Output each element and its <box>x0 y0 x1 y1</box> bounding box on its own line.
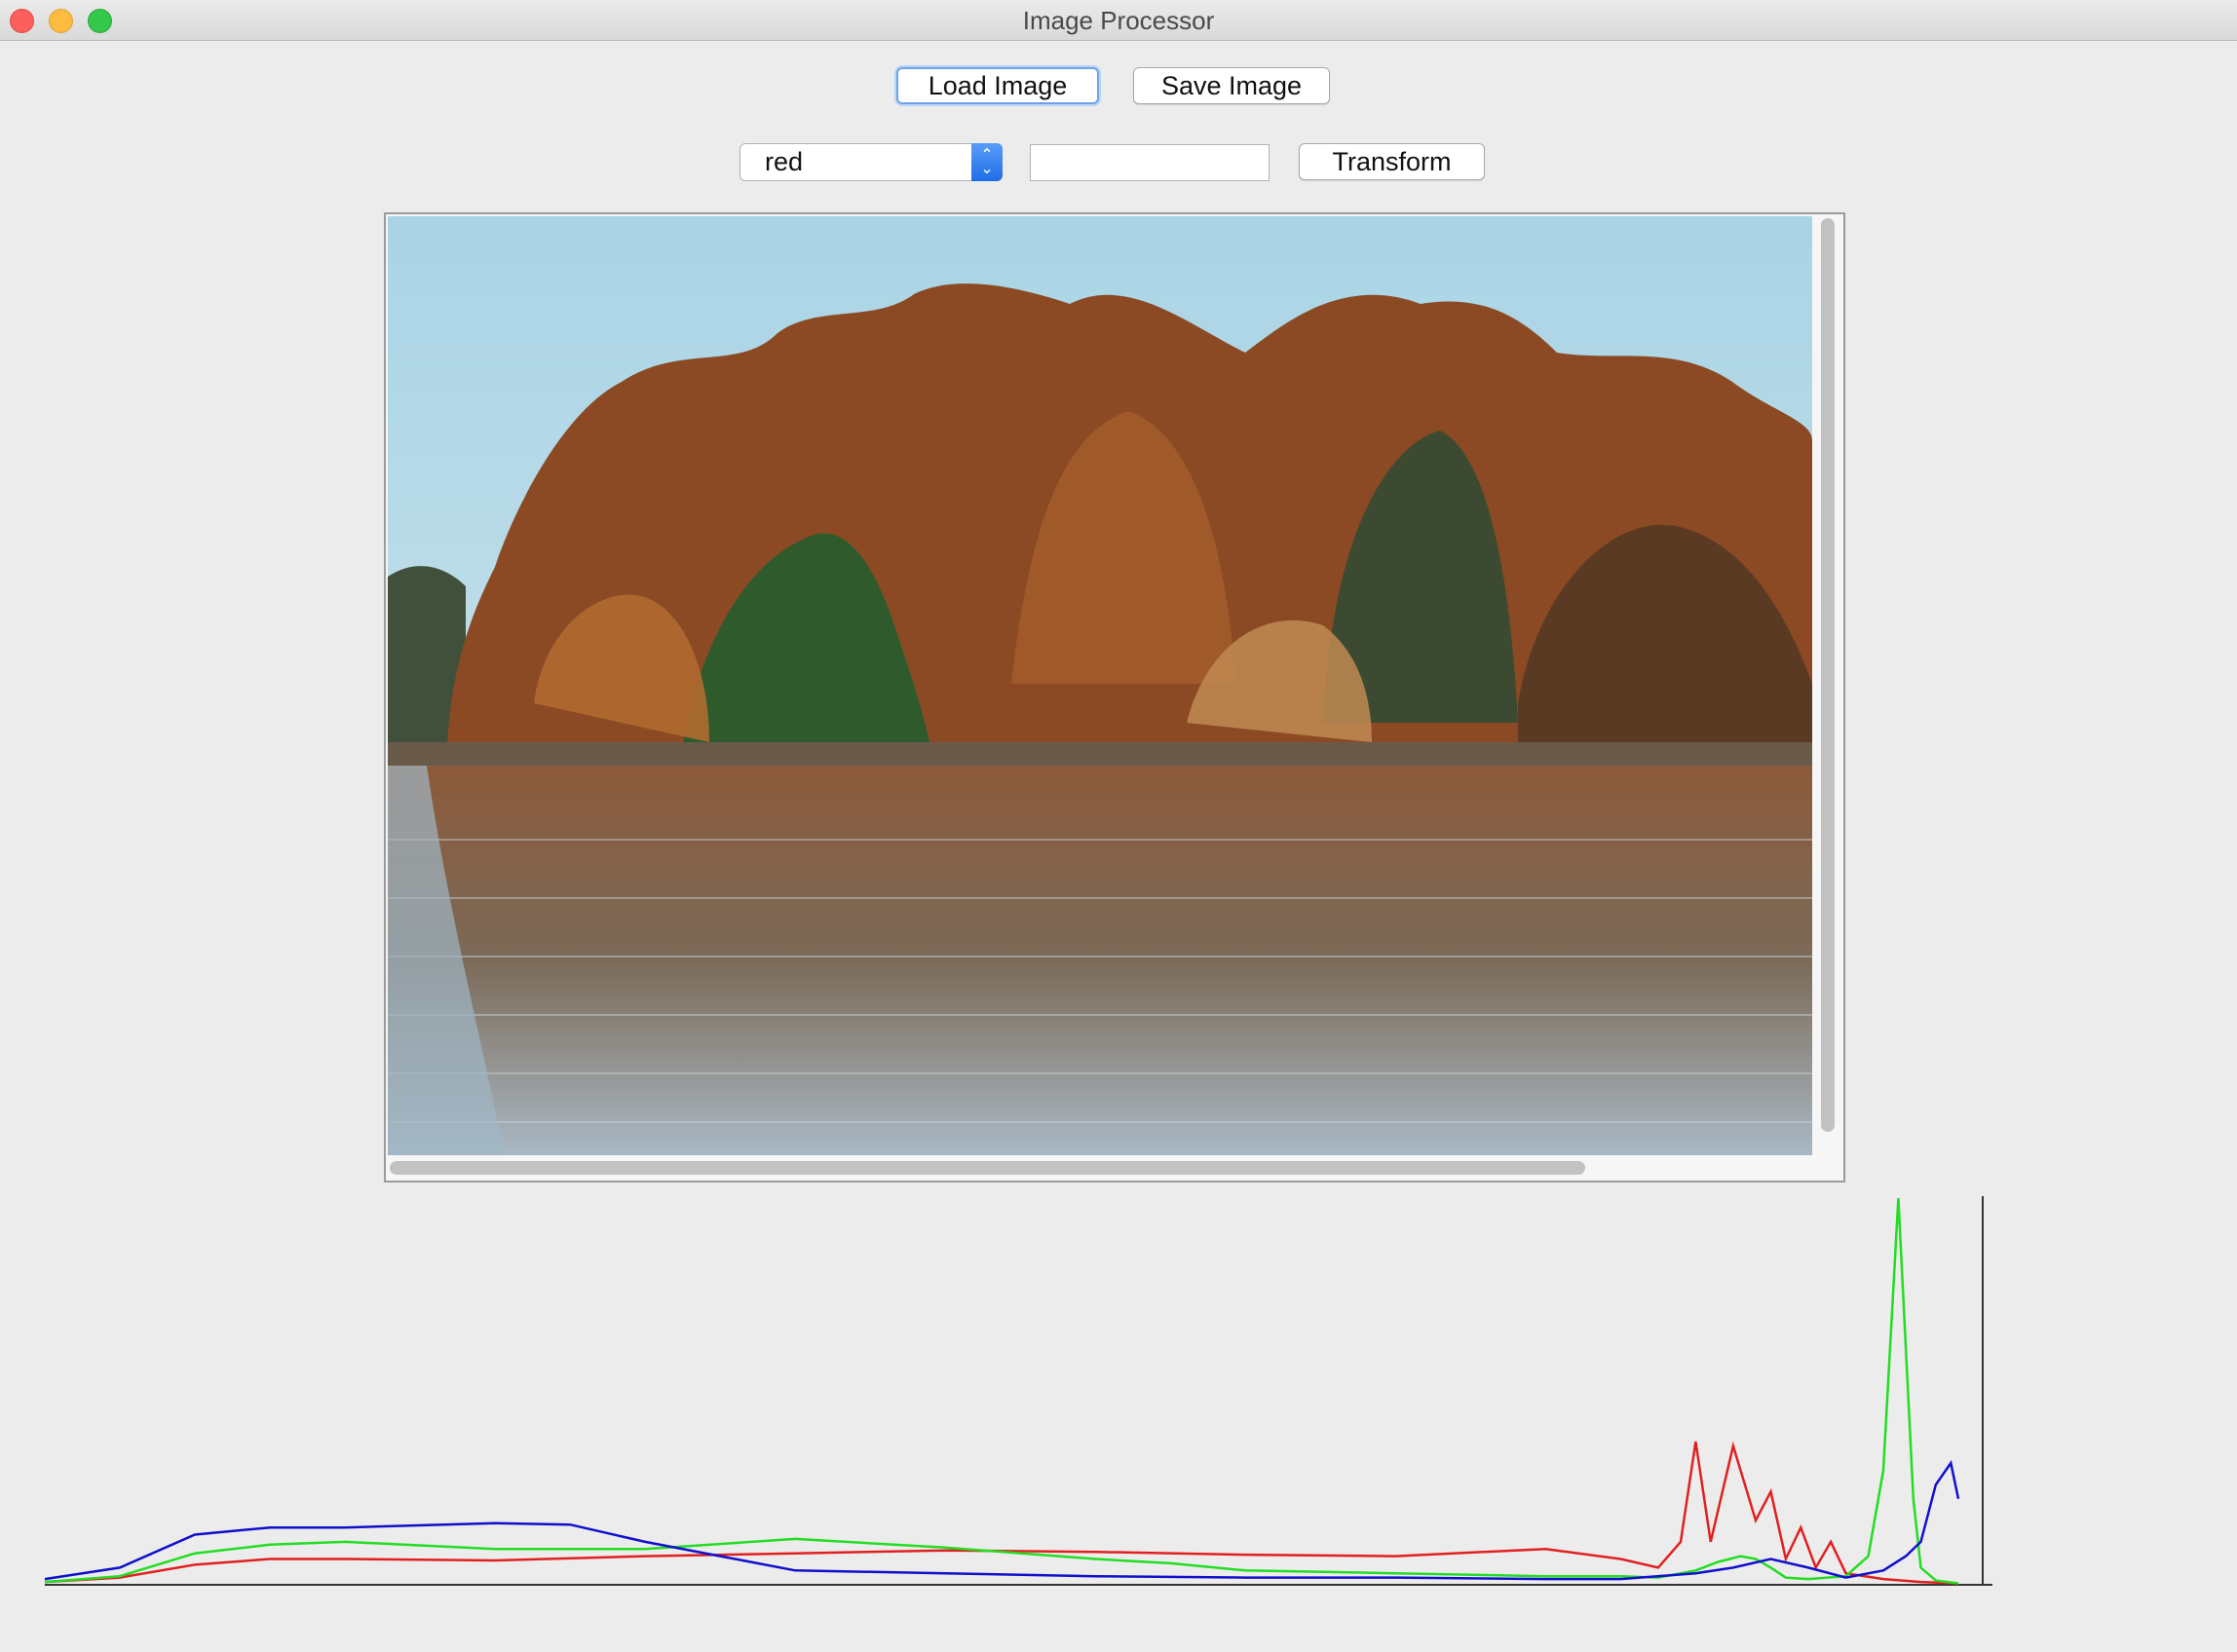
channel-select-value: red <box>765 147 804 176</box>
loaded-image <box>388 216 1812 1155</box>
channel-select[interactable]: red ⌃ ⌄ <box>739 143 1003 181</box>
histogram-series-red <box>44 1441 1959 1585</box>
save-image-button[interactable]: Save Image <box>1133 67 1330 104</box>
load-image-button[interactable]: Load Image <box>896 67 1099 104</box>
window-title: Image Processor <box>1022 6 1215 35</box>
vertical-scrollbar[interactable] <box>1821 218 1835 1132</box>
histogram-series-green <box>44 1197 1959 1585</box>
transform-parameter-input[interactable] <box>1030 144 1270 181</box>
transform-button[interactable]: Transform <box>1299 143 1485 180</box>
chevron-updown-icon: ⌃ ⌄ <box>971 143 1003 181</box>
color-histogram <box>44 1196 1992 1586</box>
image-viewer[interactable] <box>384 212 1845 1183</box>
histogram-series-blue <box>44 1459 1960 1581</box>
title-bar: Image Processor <box>0 0 2237 41</box>
